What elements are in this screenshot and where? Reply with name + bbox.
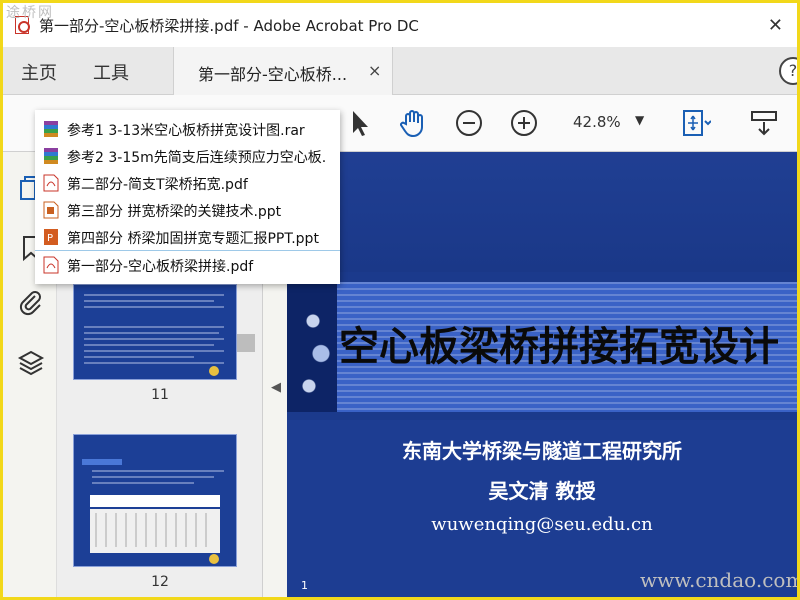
tab-close-icon[interactable]: × (368, 61, 381, 80)
menu-tab-bar: 主页 工具 第一部分-空心板桥... × ? (3, 47, 800, 95)
thumbnail-scrollbar[interactable] (237, 334, 255, 352)
document-tab[interactable]: 第一部分-空心板桥... × (173, 47, 393, 95)
thumbnail-page-number: 12 (151, 574, 169, 590)
rar-archive-icon (44, 148, 58, 164)
popup-item-label: 参考2 3-15m先简支后连续预应力空心板. (67, 150, 327, 166)
popup-item[interactable]: 第三部分 拼宽桥梁的关键技术.ppt (35, 196, 340, 223)
document-tab-label: 第一部分-空心板桥... (198, 65, 348, 84)
band-decoration (287, 282, 337, 412)
help-icon[interactable]: ? (779, 57, 800, 85)
slide-email: wuwenqing@seu.edu.cn (431, 514, 653, 535)
popup-item[interactable]: 参考2 3-15m先简支后连续预应力空心板. (35, 142, 340, 169)
zoom-out-icon[interactable] (453, 107, 485, 139)
popup-item[interactable]: 参考1 3-13米空心板桥拼宽设计图.rar (35, 115, 340, 142)
thumbnail-page-number: 11 (151, 387, 169, 403)
watermark-top: 途桥网 (6, 5, 54, 21)
zoom-select[interactable]: 42.8% ▼ (563, 109, 659, 137)
popup-item-label: 第三部分 拼宽桥梁的关键技术.ppt (67, 204, 282, 220)
zoom-in-icon[interactable] (508, 107, 540, 139)
zoom-value: 42.8% (573, 113, 621, 131)
popup-item-label: 参考1 3-13米空心板桥拼宽设计图.rar (67, 123, 305, 139)
select-cursor-icon[interactable] (343, 107, 375, 139)
layers-icon[interactable] (17, 348, 45, 376)
ppt-file-icon: P (44, 229, 58, 245)
fit-page-icon[interactable] (679, 107, 712, 139)
watermark-bottom: www.cndao.com (640, 568, 800, 592)
slide-author: 吴文清 教授 (488, 479, 596, 503)
keyboard-download-icon[interactable] (748, 107, 780, 139)
close-window-button[interactable]: ✕ (768, 15, 783, 36)
slide-header-area (287, 152, 797, 272)
chevron-down-icon: ▼ (635, 113, 645, 127)
hand-tool-icon[interactable] (397, 107, 429, 139)
popup-item[interactable]: P 第四部分 桥梁加固拼宽专题汇报PPT.ppt (35, 223, 340, 250)
slide-title: 空心板梁桥拼接拓宽设计 (339, 324, 779, 370)
popup-item-label: 第四部分 桥梁加固拼宽专题汇报PPT.ppt (67, 231, 319, 247)
recent-files-popup: 参考1 3-13米空心板桥拼宽设计图.rar 参考2 3-15m先简支后连续预应… (35, 110, 340, 284)
svg-text:P: P (47, 233, 53, 244)
menu-home[interactable]: 主页 (21, 59, 57, 85)
slide-page-number: 1 (301, 579, 308, 592)
popup-item[interactable]: 第二部分-简支T梁桥拓宽.pdf (35, 169, 340, 196)
popup-item-label: 第一部分-空心板桥梁拼接.pdf (67, 259, 254, 275)
pdf-file-icon (43, 174, 59, 192)
menu-tools[interactable]: 工具 (93, 59, 129, 85)
pdf-file-icon (43, 256, 59, 274)
thumbnail-page-12[interactable] (73, 434, 237, 567)
attachment-icon[interactable] (17, 288, 45, 316)
slide-institution: 东南大学桥梁与隧道工程研究所 (402, 439, 682, 463)
window-title: 第一部分-空心板桥梁拼接.pdf - Adobe Acrobat Pro DC (39, 16, 419, 35)
popup-item-current[interactable]: 第一部分-空心板桥梁拼接.pdf (35, 250, 340, 277)
popup-item-label: 第二部分-简支T梁桥拓宽.pdf (67, 177, 248, 193)
title-bar: 第一部分-空心板桥梁拼接.pdf - Adobe Acrobat Pro DC … (3, 3, 797, 47)
collapse-panel-icon[interactable]: ◀ (271, 380, 281, 395)
document-page: 空心板梁桥拼接拓宽设计 东南大学桥梁与隧道工程研究所 吴文清 教授 wuwenq… (287, 152, 797, 597)
thumbnail-page-11[interactable] (73, 284, 237, 380)
ppt-file-icon (43, 201, 59, 219)
rar-archive-icon (44, 121, 58, 137)
